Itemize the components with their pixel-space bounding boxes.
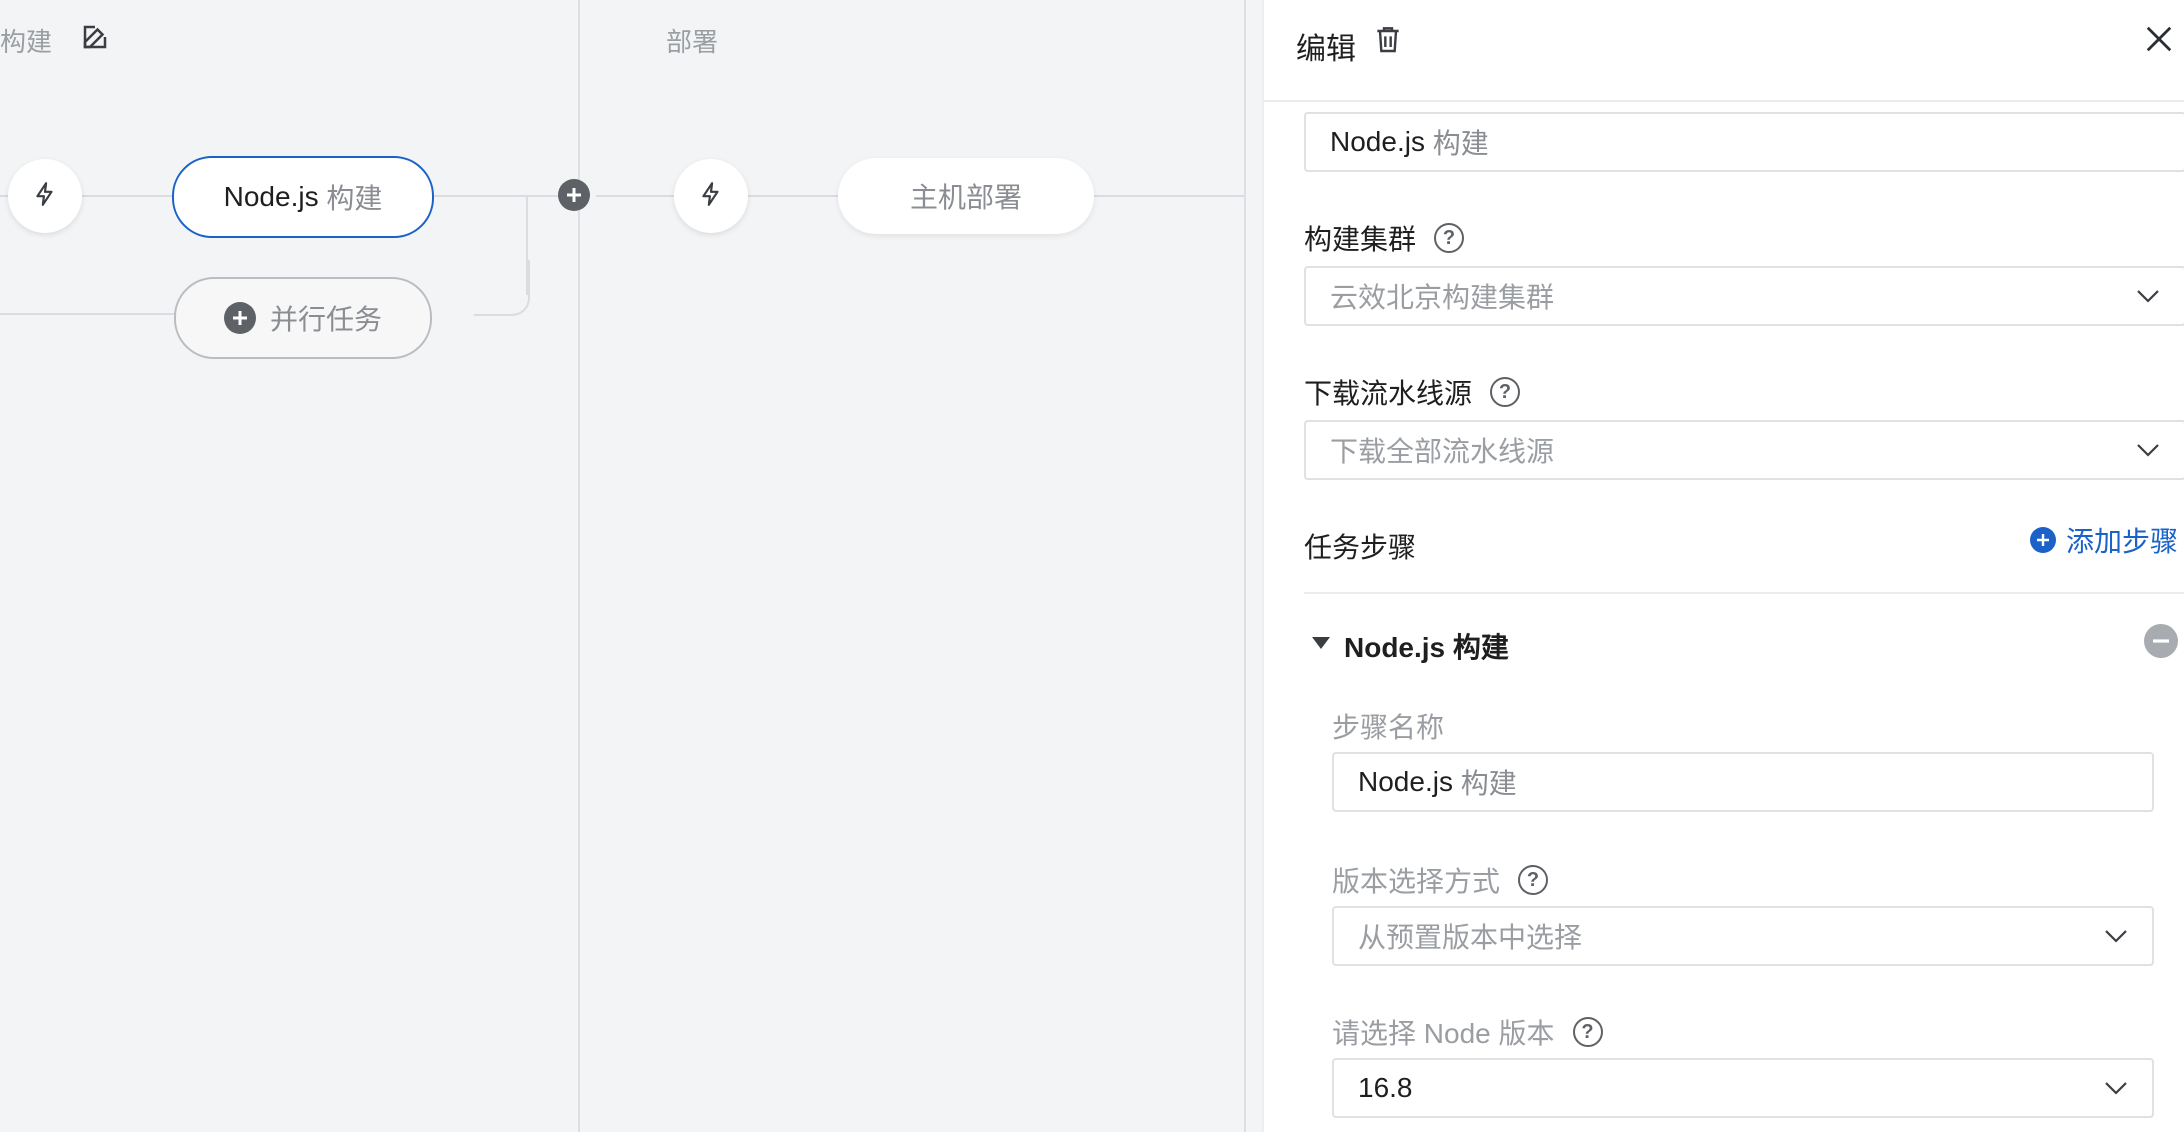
job-name-suffix: 构建 bbox=[1432, 128, 1489, 159]
pipeline-canvas: 构建 部署 Node.js 构建 并行任务 主机部署 bbox=[0, 0, 1262, 1132]
download-source-placeholder: 下载全部流水线源 bbox=[1330, 436, 1555, 467]
stage-divider bbox=[1244, 0, 1246, 1132]
trigger-node[interactable] bbox=[8, 159, 82, 233]
download-source-select[interactable]: 下载全部流水线源 bbox=[1304, 420, 2184, 480]
task-steps-label: 任务步骤 bbox=[1304, 532, 1417, 563]
job-name-input[interactable]: Node.js 构建 bbox=[1304, 112, 2184, 172]
version-mode-label-row: 版本选择方式 ? bbox=[1332, 860, 1549, 900]
version-mode-label: 版本选择方式 bbox=[1332, 866, 1501, 897]
add-parallel-task-button[interactable]: 并行任务 bbox=[174, 277, 432, 359]
connector-curve bbox=[474, 260, 530, 316]
panel-header: 编辑 bbox=[1264, 0, 2184, 102]
add-step-button[interactable]: 添加步骤 bbox=[2030, 520, 2178, 560]
download-source-label-row: 下载流水线源 ? bbox=[1304, 372, 1521, 412]
chevron-down-icon bbox=[2136, 289, 2160, 303]
stage-title-build: 构建 bbox=[0, 27, 53, 57]
caret-down-icon[interactable] bbox=[1312, 636, 1330, 654]
plus-circle-icon bbox=[565, 186, 583, 204]
step-name-input[interactable]: Node.js 构建 bbox=[1332, 752, 2154, 812]
build-cluster-label-row: 构建集群 ? bbox=[1304, 218, 1465, 258]
edit-icon[interactable] bbox=[80, 22, 110, 57]
parallel-task-label: 并行任务 bbox=[269, 304, 382, 335]
stage-title-deploy: 部署 bbox=[666, 27, 719, 57]
close-icon[interactable] bbox=[2144, 24, 2174, 59]
node-version-label-row: 请选择 Node 版本 ? bbox=[1332, 1012, 1603, 1052]
connector-line bbox=[1094, 195, 1244, 197]
divider bbox=[1304, 592, 2184, 594]
download-source-label: 下载流水线源 bbox=[1304, 378, 1473, 409]
job-node-name: Node.js bbox=[223, 181, 319, 212]
connector-line bbox=[596, 195, 676, 197]
add-step-label: 添加步骤 bbox=[2066, 526, 2179, 557]
build-cluster-select[interactable]: 云效北京构建集群 bbox=[1304, 266, 2184, 326]
step-name-suffix: 构建 bbox=[1460, 768, 1517, 799]
trigger-node[interactable] bbox=[674, 159, 748, 233]
plus-circle-icon bbox=[2030, 527, 2056, 553]
job-node-host-deploy[interactable]: 主机部署 bbox=[838, 158, 1094, 234]
add-stage-button[interactable] bbox=[558, 179, 590, 211]
trash-icon[interactable] bbox=[1372, 22, 1404, 61]
node-version-label: 请选择 Node 版本 bbox=[1332, 1018, 1555, 1049]
connector-line bbox=[82, 195, 174, 197]
build-cluster-placeholder: 云效北京构建集群 bbox=[1330, 282, 1555, 313]
build-cluster-label: 构建集群 bbox=[1304, 224, 1417, 255]
node-version-value: 16.8 bbox=[1358, 1072, 1413, 1103]
lightning-icon bbox=[698, 179, 724, 214]
connector-line bbox=[430, 195, 560, 197]
chevron-down-icon bbox=[2136, 443, 2160, 457]
lightning-icon bbox=[32, 179, 58, 214]
help-icon[interactable]: ? bbox=[1434, 223, 1465, 253]
step-title[interactable]: Node.js 构建 bbox=[1344, 626, 1509, 666]
help-icon[interactable]: ? bbox=[1572, 1017, 1603, 1047]
stage-divider bbox=[578, 0, 580, 1132]
job-node-nodejs-build[interactable]: Node.js 构建 bbox=[172, 156, 434, 238]
edit-panel: 编辑 Node.js 构建 构建集群 ? 云效北京构建集群 下载流水线源 ? 下… bbox=[1262, 0, 2184, 1132]
step-name-label: 步骤名称 bbox=[1332, 712, 1445, 743]
plus-circle-icon bbox=[223, 302, 256, 334]
version-mode-select[interactable]: 从预置版本中选择 bbox=[1332, 906, 2154, 966]
panel-title: 编辑 bbox=[1296, 33, 1356, 66]
job-node-name: 主机部署 bbox=[909, 182, 1022, 213]
step-name-value: Node.js bbox=[1358, 766, 1453, 797]
help-icon[interactable]: ? bbox=[1490, 377, 1521, 407]
job-node-suffix: 构建 bbox=[326, 183, 383, 214]
minus-circle-icon[interactable] bbox=[2144, 624, 2178, 663]
chevron-down-icon bbox=[2104, 929, 2128, 943]
node-version-select[interactable]: 16.8 bbox=[1332, 1058, 2154, 1118]
connector-line bbox=[0, 313, 176, 315]
job-name-value: Node.js bbox=[1330, 126, 1425, 157]
version-mode-value: 从预置版本中选择 bbox=[1358, 922, 1583, 953]
help-icon[interactable]: ? bbox=[1518, 865, 1549, 895]
chevron-down-icon bbox=[2104, 1081, 2128, 1095]
connector-line bbox=[748, 195, 840, 197]
